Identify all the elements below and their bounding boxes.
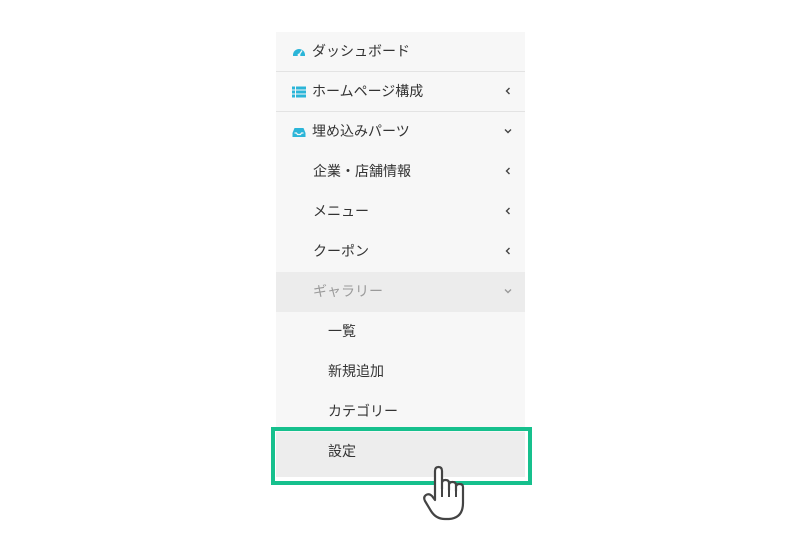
sidebar-item-label: 埋め込みパーツ	[312, 124, 410, 140]
sidebar-item-label: メニュー	[313, 204, 369, 220]
sidebar-subitem-list[interactable]: 一覧	[276, 312, 525, 352]
sidebar-item-label: ホームページ構成	[312, 84, 424, 100]
chevron-left-icon	[505, 207, 510, 215]
hand-pointer-icon	[423, 465, 465, 521]
list-icon	[292, 86, 306, 98]
chevron-left-icon	[505, 87, 510, 95]
sidebar-item-dashboard[interactable]: ダッシュボード	[276, 32, 525, 72]
sidebar-item-homepage[interactable]: ホームページ構成	[276, 72, 525, 112]
sidebar-item-embed-parts[interactable]: 埋め込みパーツ	[276, 112, 525, 152]
sidebar-menu: ダッシュボード ホームページ構成 埋め込みパーツ 企業・店舗情報 メニュー クー…	[276, 32, 525, 477]
sidebar-item-label: クーポン	[313, 244, 369, 260]
sidebar-item-label: ダッシュボード	[312, 44, 410, 60]
sidebar-item-gallery[interactable]: ギャラリー	[276, 272, 525, 312]
sidebar-item-coupon[interactable]: クーポン	[276, 232, 525, 272]
sidebar-item-menu[interactable]: メニュー	[276, 192, 525, 232]
sidebar-item-label: 一覧	[328, 324, 356, 340]
sidebar-item-label: ギャラリー	[313, 284, 383, 300]
sidebar-item-label: 設定	[328, 444, 356, 460]
chevron-left-icon	[505, 247, 510, 255]
sidebar-item-label: 新規追加	[328, 364, 384, 380]
sidebar-subitem-add-new[interactable]: 新規追加	[276, 352, 525, 392]
chevron-down-icon	[504, 289, 512, 294]
sidebar-subitem-settings[interactable]: 設定	[276, 432, 525, 477]
inbox-icon	[292, 128, 306, 137]
chevron-down-icon	[504, 129, 512, 134]
sidebar-subitem-category[interactable]: カテゴリー	[276, 392, 525, 432]
sidebar-item-label: 企業・店舗情報	[313, 164, 411, 180]
sidebar-item-company-info[interactable]: 企業・店舗情報	[276, 152, 525, 192]
dashboard-icon	[293, 49, 305, 57]
chevron-left-icon	[505, 167, 510, 175]
sidebar-item-label: カテゴリー	[328, 404, 398, 420]
